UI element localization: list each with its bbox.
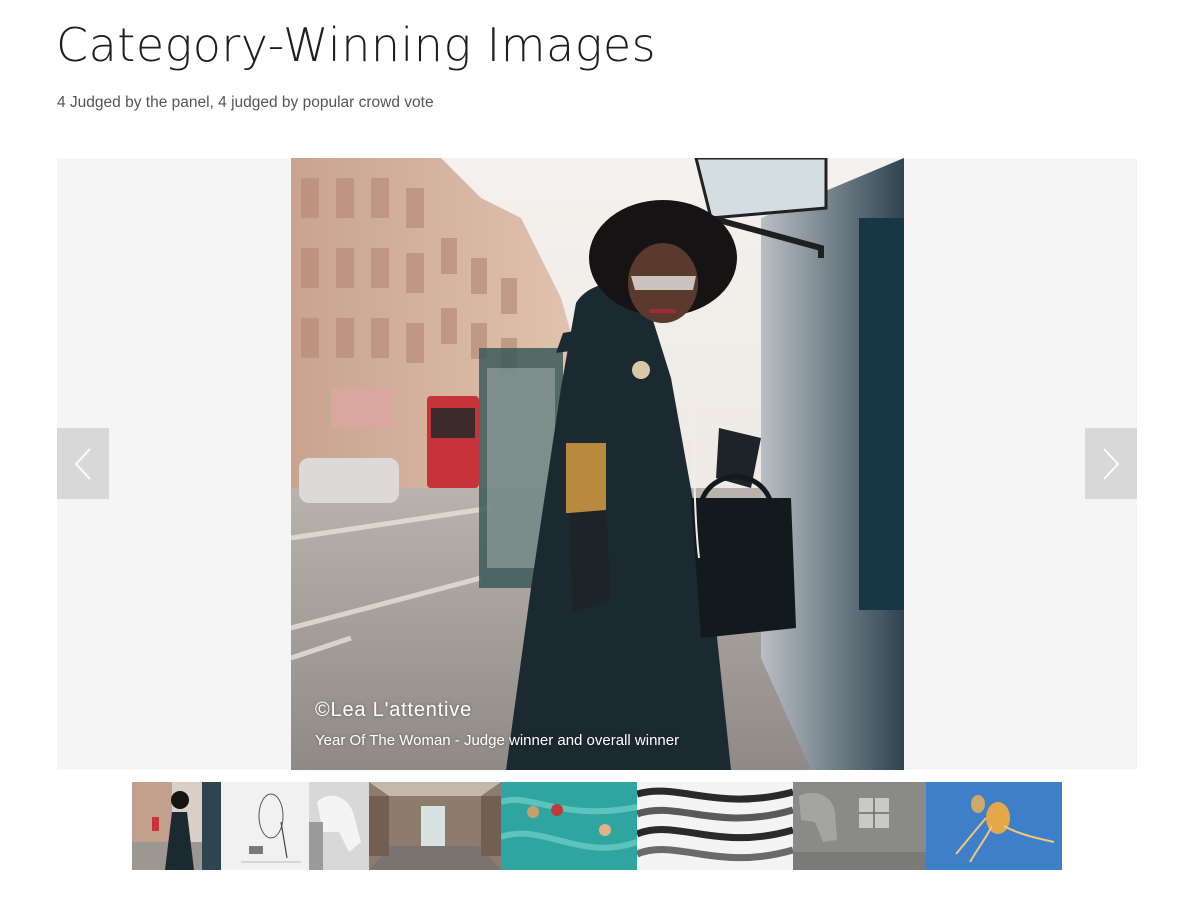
thumbnail-strip (132, 782, 1062, 870)
thumbnail-empty-room[interactable] (369, 782, 501, 870)
thumbnail-jellyfish[interactable] (926, 782, 1062, 870)
page-subtitle: 4 Judged by the panel, 4 judged by popul… (57, 94, 434, 111)
chevron-left-icon (74, 447, 91, 480)
featured-photo (291, 158, 904, 770)
thumbnail-white-horse[interactable] (309, 782, 369, 870)
thumbnail-abstract-waves[interactable] (637, 782, 793, 870)
image-gallery: ©Lea L'attentive Year Of The Woman - Jud… (57, 158, 1137, 770)
thumbnail-wire-sculpture[interactable] (221, 782, 309, 870)
featured-image[interactable]: ©Lea L'attentive Year Of The Woman - Jud… (291, 158, 904, 770)
next-button[interactable] (1085, 428, 1137, 499)
thumbnail-horse-window[interactable] (793, 782, 926, 870)
chevron-right-icon (1103, 447, 1120, 480)
page-title: Category-Winning Images (56, 18, 657, 72)
thumbnail-woman-street[interactable] (132, 782, 221, 870)
photo-description: Year Of The Woman - Judge winner and ove… (315, 732, 680, 749)
previous-button[interactable] (57, 428, 109, 499)
thumbnail-teal-fabric[interactable] (501, 782, 637, 870)
photo-credit: ©Lea L'attentive (315, 699, 473, 721)
